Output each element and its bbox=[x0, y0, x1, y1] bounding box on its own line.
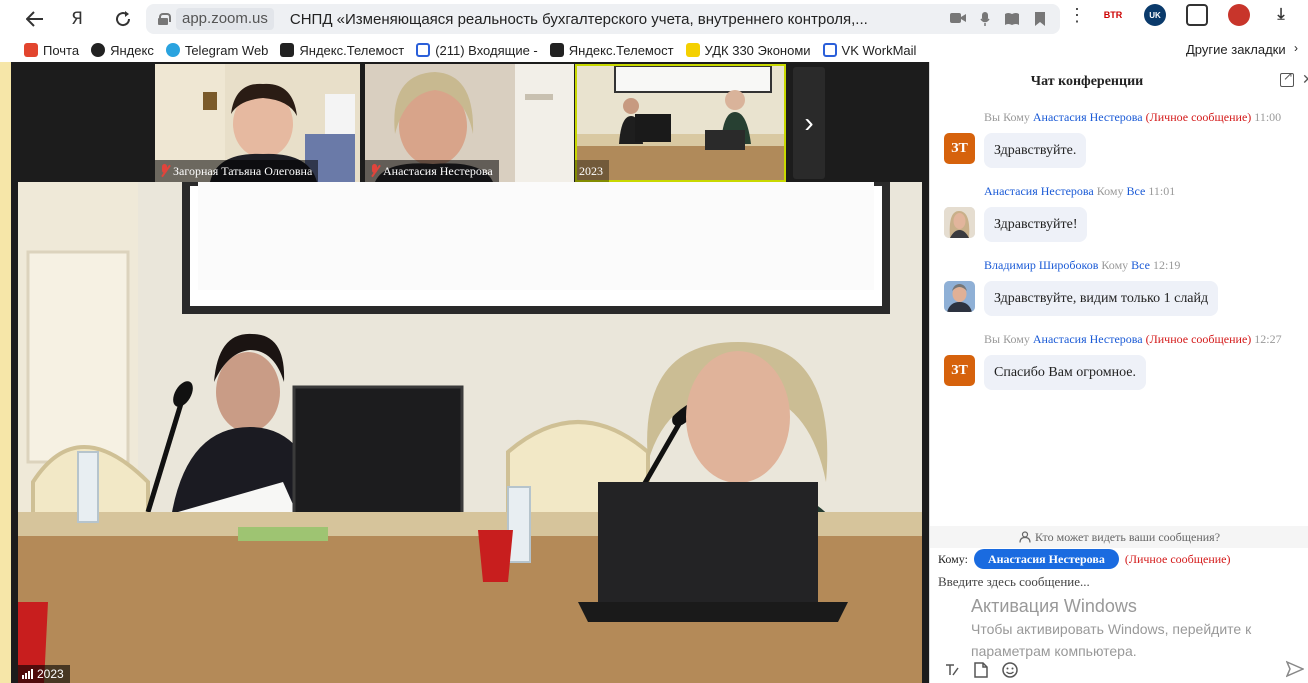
telemost-icon bbox=[549, 43, 564, 57]
file-icon[interactable] bbox=[974, 662, 988, 678]
bookmark-udk[interactable]: УДК 330 Экономи bbox=[685, 43, 811, 58]
recipient-row: Кому: Анастасия Нестерова (Личное сообще… bbox=[938, 549, 1231, 569]
send-icon[interactable] bbox=[1286, 660, 1304, 678]
participant-name-label: 2023 bbox=[575, 160, 609, 182]
lock-icon[interactable] bbox=[158, 13, 171, 25]
yandex-button[interactable]: Я bbox=[62, 4, 92, 34]
download-icon[interactable]: ⤓ bbox=[1270, 4, 1292, 26]
address-bar[interactable]: app.zoom.us СНПД «Изменяющаяся реальност… bbox=[146, 4, 1060, 34]
left-taskbar-strip bbox=[0, 62, 11, 683]
bookmark-telemost-1[interactable]: Яндекс.Телемост bbox=[280, 43, 404, 58]
bookmark-mail[interactable]: Почта bbox=[24, 43, 79, 58]
microphone-icon[interactable] bbox=[980, 12, 990, 26]
reload-icon bbox=[116, 11, 131, 27]
btr-extension-icon[interactable]: BTR bbox=[1102, 4, 1124, 26]
profile-extension-icon[interactable] bbox=[1228, 4, 1250, 26]
person-icon bbox=[1019, 531, 1031, 543]
participant-name-label: Анастасия Нестерова bbox=[365, 160, 499, 182]
video-area: Загорная Татьяна Олеговна Анастасия Нест… bbox=[11, 62, 929, 683]
mic-muted-icon bbox=[159, 164, 169, 178]
bookmark-inbox[interactable]: (211) Входящие - bbox=[416, 43, 538, 58]
bookmark-telemost-2[interactable]: Яндекс.Телемост bbox=[549, 43, 674, 58]
windows-activation-watermark: Активация Windows Чтобы активировать Win… bbox=[971, 596, 1252, 659]
message-bubble[interactable]: Спасибо Вам огромное. bbox=[984, 355, 1146, 390]
yandex-icon bbox=[91, 43, 106, 57]
recipient-link[interactable]: Анастасия Нестерова bbox=[1033, 110, 1143, 124]
chevron-right-icon[interactable]: › bbox=[1294, 41, 1298, 55]
recipient-link[interactable]: Все bbox=[1127, 184, 1146, 198]
page-title[interactable]: СНПД «Изменяющаяся реальность бухгалтерс… bbox=[290, 11, 910, 28]
vpn-extension-icon[interactable]: UK bbox=[1144, 4, 1166, 26]
bookmark-icon[interactable] bbox=[1034, 12, 1046, 26]
participant-thumbnail[interactable]: Загорная Татьяна Олеговна bbox=[155, 64, 360, 182]
avatar-photo bbox=[944, 281, 975, 312]
next-participants-button[interactable]: › bbox=[793, 67, 825, 179]
avatar-photo bbox=[944, 207, 975, 238]
camera-icon[interactable] bbox=[950, 12, 966, 24]
participant-name-label: Загорная Татьяна Олеговна bbox=[155, 160, 319, 182]
conference-room-video bbox=[18, 182, 922, 683]
back-button[interactable] bbox=[20, 4, 50, 34]
sender-link[interactable]: Владимир Широбоков bbox=[984, 258, 1098, 272]
envelope-icon bbox=[416, 43, 431, 57]
telegram-icon bbox=[165, 43, 180, 57]
emoji-icon[interactable] bbox=[1002, 662, 1018, 678]
avatar bbox=[944, 281, 975, 312]
main-video-label: 2023 bbox=[18, 665, 70, 683]
recipient-link[interactable]: Все bbox=[1131, 258, 1150, 272]
avatar bbox=[944, 207, 975, 238]
message-bubble[interactable]: Здравствуйте. bbox=[984, 133, 1087, 168]
message-header: Вы Кому Анастасия Нестерова (Личное сооб… bbox=[984, 110, 1282, 124]
telemost-icon bbox=[280, 43, 295, 57]
signal-strength-icon bbox=[22, 669, 33, 679]
chat-title: Чат конференции bbox=[1030, 74, 1144, 89]
reader-mode-icon[interactable] bbox=[1004, 12, 1020, 26]
participant-thumbnail[interactable]: Анастасия Нестерова bbox=[365, 64, 574, 182]
bookmark-telegram[interactable]: Telegram Web bbox=[165, 43, 268, 58]
other-bookmarks[interactable]: Другие закладки bbox=[1186, 42, 1286, 57]
browser-menu-icon[interactable]: ⋮ bbox=[1068, 5, 1086, 26]
main-speaker-video[interactable]: 2023 bbox=[18, 182, 922, 683]
chevron-right-icon: › bbox=[804, 107, 814, 138]
text-format-icon[interactable] bbox=[944, 662, 960, 678]
browser-toolbar: Я app.zoom.us СНПД «Изменяющаяся реально… bbox=[0, 0, 1308, 38]
message-bubble[interactable]: Здравствуйте, видим только 1 слайд bbox=[984, 281, 1219, 316]
close-icon[interactable]: ✕ bbox=[1302, 71, 1308, 88]
mail-icon bbox=[24, 43, 38, 57]
bookmark-yandex[interactable]: Яндекс bbox=[91, 43, 154, 58]
message-bubble[interactable]: Здравствуйте! bbox=[984, 207, 1088, 242]
udk-icon bbox=[685, 43, 700, 57]
url-domain[interactable]: app.zoom.us bbox=[176, 8, 274, 30]
message-header: Владимир Широбоков Кому Все 12:19 bbox=[984, 258, 1181, 272]
recipient-link[interactable]: Анастасия Нестерова bbox=[1033, 332, 1143, 346]
sender-link[interactable]: Анастасия Нестерова bbox=[984, 184, 1094, 198]
yandex-icon: Я bbox=[71, 9, 83, 29]
arrow-left-icon bbox=[26, 11, 43, 27]
reload-button[interactable] bbox=[108, 4, 138, 34]
bookmark-vk-workmail[interactable]: VK WorkMail bbox=[822, 43, 916, 58]
conference-chat-panel: Чат конференции ✕ Вы Кому Анастасия Нест… bbox=[929, 62, 1308, 683]
tabs-extension-icon[interactable] bbox=[1186, 4, 1208, 26]
recipient-select[interactable]: Анастасия Нестерова bbox=[973, 549, 1119, 569]
who-can-see-button[interactable]: Кто может видеть ваши сообщения? bbox=[930, 526, 1308, 548]
message-header: Вы Кому Анастасия Нестерова (Личное сооб… bbox=[984, 332, 1282, 346]
chat-message-input[interactable] bbox=[938, 574, 1298, 590]
envelope-icon bbox=[822, 43, 837, 57]
message-header: Анастасия Нестерова Кому Все 11:01 bbox=[984, 184, 1176, 198]
popout-icon[interactable] bbox=[1280, 69, 1294, 87]
bookmarks-bar: Почта Яндекс Telegram Web Яндекс.Телемос… bbox=[0, 38, 1308, 62]
avatar: ЗТ bbox=[944, 355, 975, 386]
mic-muted-icon bbox=[369, 164, 379, 178]
chat-toolbar bbox=[944, 662, 1018, 678]
participant-thumbnail-active[interactable]: 2023 bbox=[575, 64, 786, 182]
avatar: ЗТ bbox=[944, 133, 975, 164]
